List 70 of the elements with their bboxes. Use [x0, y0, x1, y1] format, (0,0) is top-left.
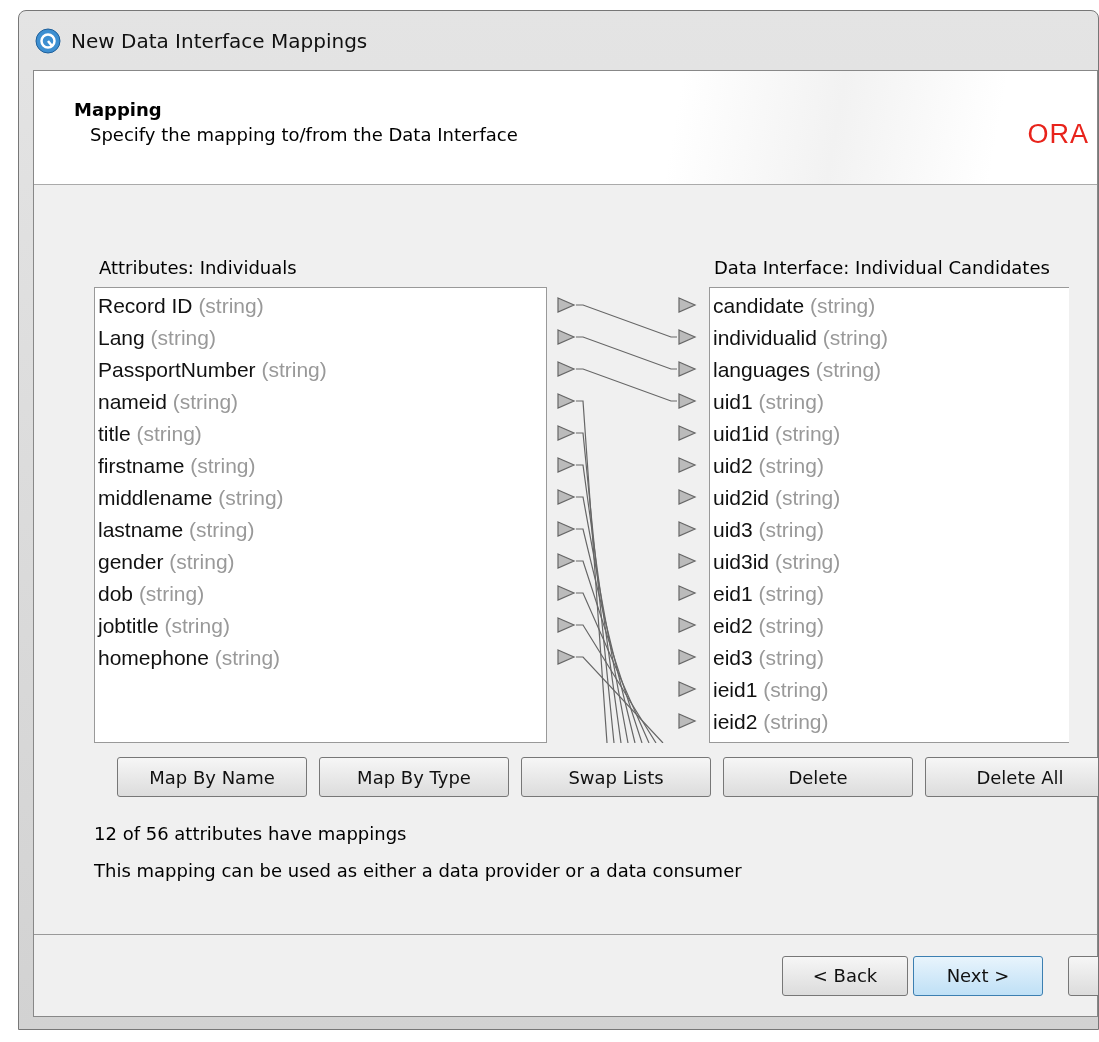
connector-handle-icon[interactable]	[557, 393, 576, 409]
connector-handle-icon[interactable]	[678, 713, 697, 729]
list-item[interactable]: Lang (string)	[95, 323, 546, 355]
list-item[interactable]: eid3 (string)	[710, 643, 1069, 675]
attribute-list[interactable]	[94, 287, 547, 743]
list-item[interactable]: lastname (string)	[95, 515, 546, 547]
list-item[interactable]: PassportNumber (string)	[95, 355, 546, 387]
connector-handle-icon[interactable]	[557, 553, 576, 569]
connector-handle-icon[interactable]	[557, 457, 576, 473]
list-item[interactable]: dob (string)	[95, 579, 546, 611]
logo-text: ORA	[1027, 119, 1089, 150]
action-button[interactable]: Map By Type	[319, 757, 509, 797]
connector-handle-icon[interactable]	[557, 649, 576, 665]
window-title: New Data Interface Mappings	[71, 28, 368, 53]
connector-handle-icon[interactable]	[678, 553, 697, 569]
connector-handle-icon[interactable]	[678, 585, 697, 601]
connector-handle-icon[interactable]	[557, 297, 576, 313]
connector-handle-icon[interactable]	[678, 329, 697, 345]
list-item[interactable]: title (string)	[95, 419, 546, 451]
status-text: 12 of 56 attributes have mappings	[94, 823, 408, 844]
page-subtitle: Specify the mapping to/from the Data Interface	[90, 124, 518, 145]
list-item[interactable]: firstname (string)	[95, 451, 546, 483]
connector-handle-icon[interactable]	[678, 489, 697, 505]
page-title: Mapping	[74, 99, 163, 120]
connector-handle-icon[interactable]	[678, 361, 697, 377]
list-item[interactable]: uid3 (string)	[710, 515, 1069, 547]
connector-handle-icon[interactable]	[557, 521, 576, 537]
connector-handle-icon[interactable]	[557, 489, 576, 505]
interface-list[interactable]	[709, 287, 1069, 743]
nav-button[interactable]: Next >	[913, 955, 1043, 996]
list-item[interactable]: ieid1 (string)	[710, 675, 1069, 707]
list-item[interactable]: gender (string)	[95, 547, 546, 579]
connector-handle-icon[interactable]	[557, 585, 576, 601]
connector-handle-icon[interactable]	[678, 425, 697, 441]
list-item[interactable]: uid1 (string)	[710, 387, 1069, 419]
list-item[interactable]: candidate (string)	[710, 291, 1069, 323]
list-item[interactable]: uid2id (string)	[710, 483, 1069, 515]
connector-handle-icon[interactable]	[557, 329, 576, 345]
list-item[interactable]: ieid2 (string)	[710, 707, 1069, 739]
connector-handle-icon[interactable]	[678, 393, 697, 409]
action-button[interactable]: Delete	[723, 757, 913, 797]
list-item[interactable]: uid2 (string)	[710, 451, 1069, 483]
list-item[interactable]: eid1 (string)	[710, 579, 1069, 611]
connector-handle-icon[interactable]	[557, 361, 576, 377]
list-item[interactable]: Record ID (string)	[95, 291, 546, 323]
nav-button[interactable]: < Back	[782, 955, 908, 996]
connector-handle-icon[interactable]	[678, 649, 697, 665]
list-item[interactable]: languages (string)	[710, 355, 1069, 387]
connector-handle-icon[interactable]	[678, 681, 697, 697]
list-label: Attributes: Individuals	[99, 257, 298, 279]
connector-handle-icon[interactable]	[557, 425, 576, 441]
app-icon	[35, 27, 61, 54]
connector-handle-icon[interactable]	[557, 617, 576, 633]
list-item[interactable]: individualid (string)	[710, 323, 1069, 355]
status-text: This mapping can be used as either a data provider or a data consumer	[94, 860, 743, 881]
list-item[interactable]: uid1id (string)	[710, 419, 1069, 451]
connector-handle-icon[interactable]	[678, 297, 697, 313]
list-item[interactable]: uid3id (string)	[710, 547, 1069, 579]
connector-handle-icon[interactable]	[678, 521, 697, 537]
connector-handle-icon[interactable]	[678, 617, 697, 633]
action-button[interactable]: Map By Name	[117, 757, 307, 797]
list-item[interactable]: jobtitle (string)	[95, 611, 546, 643]
list-label: Data Interface: Individual Candidates	[714, 257, 1051, 279]
list-item[interactable]: nameid (string)	[95, 387, 546, 419]
connector-handle-icon[interactable]	[678, 457, 697, 473]
list-item[interactable]: eid2 (string)	[710, 611, 1069, 643]
action-button[interactable]: Swap Lists	[521, 757, 711, 797]
action-button[interactable]: Delete All	[925, 757, 1098, 797]
list-item[interactable]: homephone (string)	[95, 643, 546, 675]
list-item[interactable]: middlename (string)	[95, 483, 546, 515]
